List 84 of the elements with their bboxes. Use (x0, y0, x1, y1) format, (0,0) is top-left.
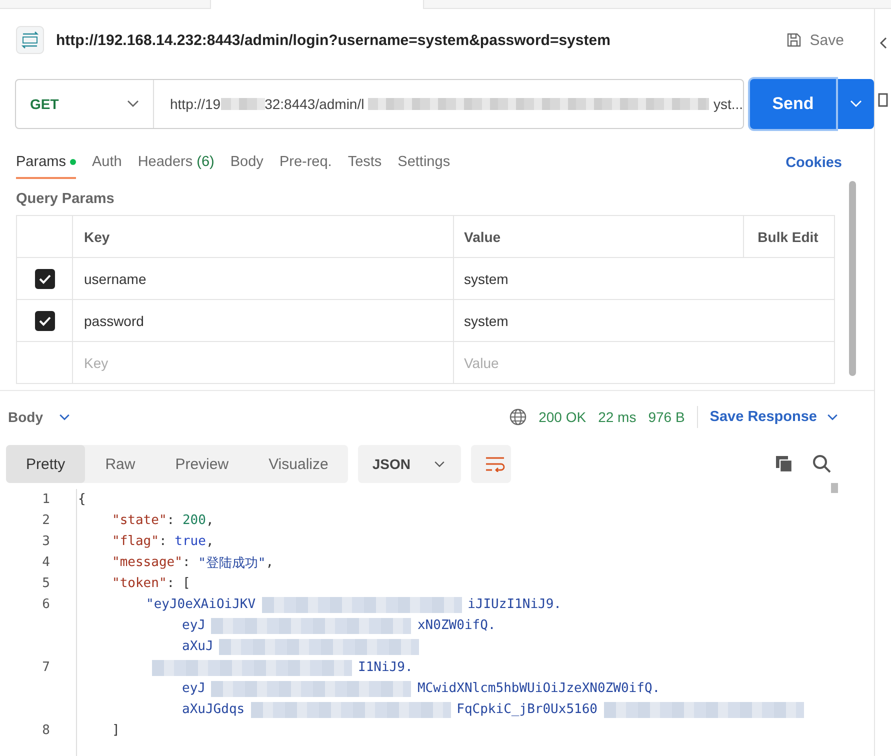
code-text: : (182, 555, 192, 570)
method-dropdown[interactable]: GET (16, 80, 154, 128)
line-number: 6 (41, 596, 51, 614)
line-number: 4 (41, 554, 51, 572)
bulk-edit-button[interactable]: Bulk Edit (744, 216, 832, 257)
format-dropdown[interactable]: JSON (358, 445, 462, 483)
request-tab[interactable]: Settings (398, 147, 450, 179)
chevron-down-icon (127, 100, 139, 108)
save-response-button[interactable]: Save Response (710, 409, 838, 425)
checkmark-icon (38, 316, 50, 326)
code-text: MCwidXNlcm5hbWUiOiJzeXN0ZW0ifQ. (417, 681, 660, 696)
code-text: , (206, 513, 214, 528)
scrollbar-thumb[interactable] (831, 483, 838, 493)
globe-icon (508, 408, 527, 426)
request-tab[interactable]: Auth (92, 147, 122, 179)
code-text: I1NiJ9. (358, 660, 413, 675)
code-text: eyJ (182, 681, 206, 696)
column-header: Value (454, 216, 744, 257)
view-tab[interactable]: Pretty (6, 445, 86, 483)
status-code: 200 OK (538, 409, 586, 425)
request-tab[interactable]: Params (16, 147, 76, 179)
response-size: 976 B (648, 409, 685, 425)
code-text: 200 (182, 513, 206, 528)
wrap-icon (485, 456, 506, 472)
code-text: "登陆成功" (198, 554, 266, 572)
column-header: Key (73, 216, 454, 257)
param-key[interactable]: username (84, 270, 146, 286)
code-text: xN0ZW0ifQ. (417, 618, 496, 633)
body-dropdown[interactable]: Body (8, 409, 70, 425)
view-tab[interactable]: Raw (85, 445, 156, 483)
code-text: "flag" (112, 534, 159, 549)
code-text: : (158, 534, 168, 549)
code-text: eyJ (182, 618, 206, 633)
code-text: : (166, 513, 176, 528)
code-text: "eyJ0eXAiOiJKV (146, 597, 256, 612)
code-text: { (78, 492, 86, 507)
code-text: FqCpkiC_jBr0Ux5160 (456, 702, 598, 717)
line-number: 1 (41, 491, 51, 509)
param-value[interactable]: system (464, 270, 508, 286)
code-text: "state" (112, 513, 167, 528)
copy-icon[interactable] (774, 454, 794, 474)
code-text: ] (112, 723, 120, 738)
chevron-down-icon (59, 414, 70, 420)
request-tab[interactable]: Tests (348, 147, 382, 179)
response-time: 22 ms (598, 409, 636, 425)
line-number: 5 (41, 575, 51, 593)
wrap-lines-button[interactable] (471, 445, 512, 483)
cookies-link[interactable]: Cookies (786, 155, 842, 171)
checkbox[interactable] (34, 310, 54, 330)
chevron-down-icon (850, 100, 862, 108)
code-text: , (206, 534, 214, 549)
view-tab[interactable]: Preview (155, 445, 249, 483)
request-title: http://192.168.14.232:8443/admin/login?username=system&password=system (56, 32, 610, 48)
save-button[interactable]: Save (786, 32, 844, 48)
code-text: "token" (112, 576, 167, 591)
chevron-down-icon (827, 414, 838, 420)
view-tab[interactable]: Visualize (248, 445, 348, 483)
code-text: aXuJ (182, 639, 214, 654)
request-tab[interactable]: Pre-req. (279, 147, 332, 179)
search-icon[interactable] (812, 454, 832, 474)
checkmark-icon (38, 274, 50, 284)
code-text: iJIUzI1NiJ9. (468, 597, 562, 612)
code-text: true (174, 534, 206, 549)
request-tab[interactable]: Headers (6) (138, 147, 214, 179)
line-number: 8 (41, 722, 51, 740)
code-text: , (266, 555, 274, 570)
chevron-left-icon[interactable] (879, 37, 887, 49)
send-button[interactable]: Send (750, 79, 836, 129)
code-text: "message" (112, 555, 182, 570)
line-number: 7 (41, 659, 51, 677)
section-title: Query Params (16, 190, 116, 209)
code-text: : [ (166, 576, 190, 591)
code-text: aXuJGdqs (182, 702, 245, 717)
chevron-down-icon (434, 460, 446, 468)
request-tab[interactable]: Body (230, 147, 264, 179)
line-number: 3 (41, 533, 51, 551)
scrollbar-thumb[interactable] (849, 181, 856, 376)
line-number: 2 (41, 512, 51, 530)
document-icon[interactable] (878, 93, 888, 107)
param-value[interactable]: system (464, 312, 508, 328)
checkbox[interactable] (34, 268, 54, 288)
param-key[interactable]: password (84, 312, 144, 328)
http-icon (16, 26, 44, 54)
url-field[interactable]: http://19 32:8443/admin/l yst... (154, 80, 743, 128)
